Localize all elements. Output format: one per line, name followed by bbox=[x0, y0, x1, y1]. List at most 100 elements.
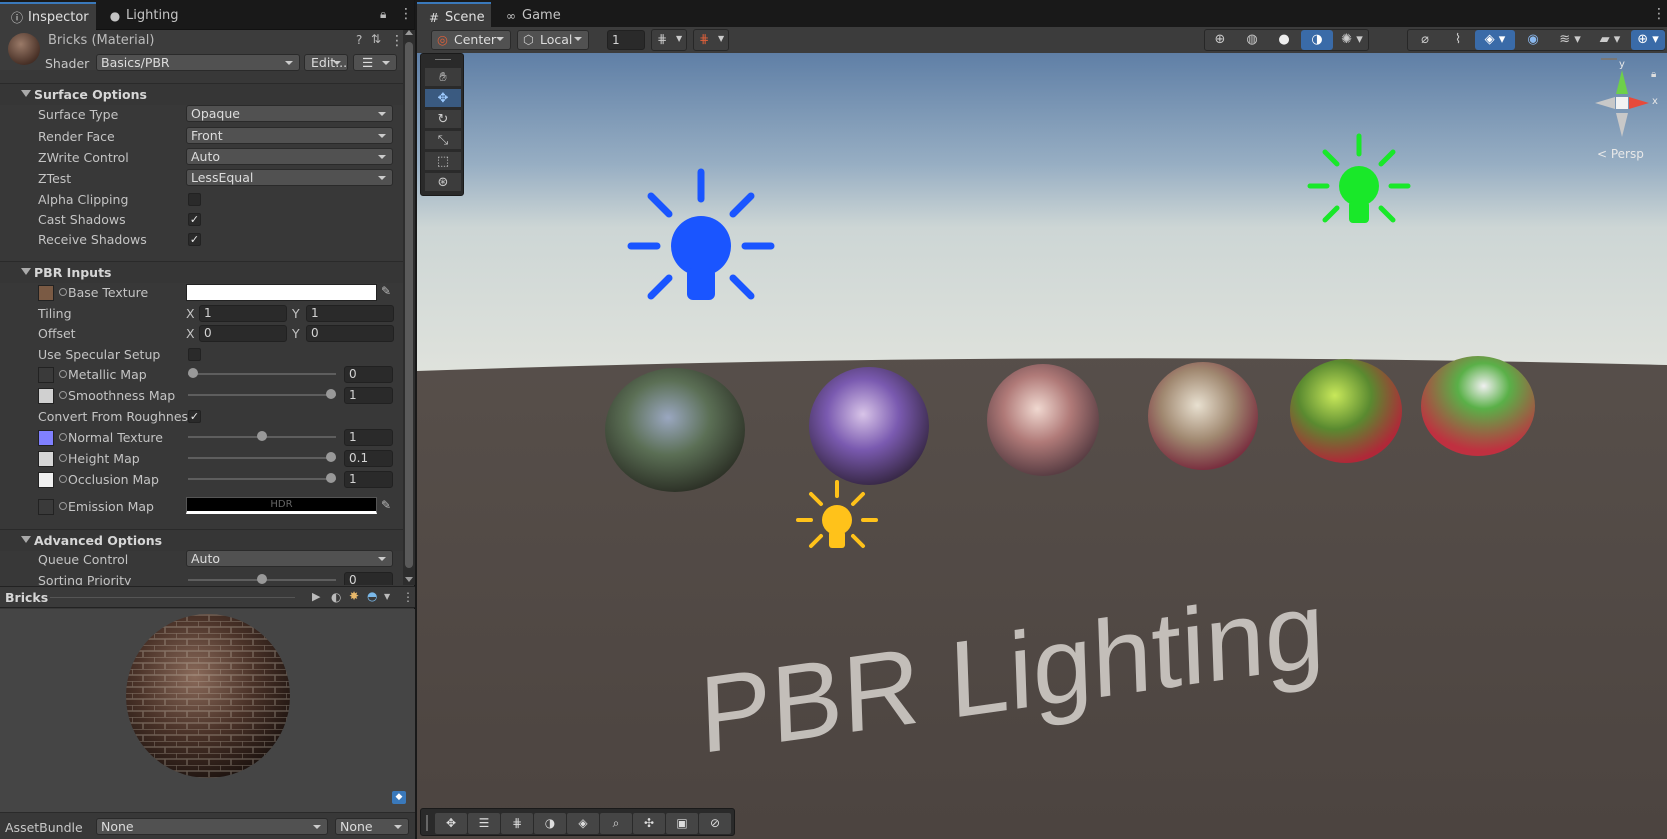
ztest-dropdown[interactable]: LessEqual bbox=[186, 169, 393, 186]
lock-icon[interactable]: 🔒︎ bbox=[380, 8, 386, 20]
move-overlay-icon[interactable]: ✥ bbox=[435, 813, 467, 834]
metallic-slider[interactable] bbox=[188, 373, 336, 375]
alpha-clipping-checkbox[interactable] bbox=[188, 193, 201, 206]
navigation-overlay-icon[interactable]: ✣ bbox=[633, 813, 665, 834]
texture-picker-icon[interactable] bbox=[59, 370, 67, 378]
layers-overlay-icon[interactable]: ◈ bbox=[567, 813, 599, 834]
preview-more-icon[interactable]: ⋮ bbox=[402, 591, 414, 603]
section-surface-options[interactable]: Surface Options bbox=[0, 83, 403, 105]
overlay-drag-handle[interactable] bbox=[426, 815, 428, 831]
base-texture-thumbnail[interactable] bbox=[38, 285, 54, 301]
transform-tool-icon[interactable]: ⊛ bbox=[425, 173, 461, 192]
visibility-icon[interactable]: ◉ bbox=[1518, 30, 1548, 50]
height-field[interactable]: 0.1 bbox=[344, 450, 393, 467]
compass-overlay-icon[interactable]: ⊘ bbox=[699, 813, 731, 834]
height-slider[interactable] bbox=[188, 457, 336, 459]
height-thumbnail[interactable] bbox=[38, 451, 54, 467]
texture-picker-icon[interactable] bbox=[59, 475, 67, 483]
scale-tool-icon[interactable]: ⤡ bbox=[425, 131, 461, 150]
metallic-thumbnail[interactable] bbox=[38, 367, 54, 383]
eyedropper-icon[interactable]: ✎ bbox=[381, 284, 391, 298]
preview-resize-handle[interactable] bbox=[50, 597, 295, 598]
gizmos-icon[interactable]: ⊕ ▾ bbox=[1631, 30, 1665, 50]
texture-picker-icon[interactable] bbox=[59, 391, 67, 399]
normal-field[interactable]: 1 bbox=[344, 429, 393, 446]
help-icon[interactable]: ? bbox=[356, 34, 362, 46]
lighting-overlay-icon[interactable]: ◑ bbox=[534, 813, 566, 834]
gizmo-lock-icon[interactable]: 🔒︎ bbox=[1651, 69, 1656, 80]
wireframe-icon[interactable]: ⊕ bbox=[1205, 30, 1235, 50]
scroll-up-icon[interactable] bbox=[405, 30, 413, 35]
smoothness-thumbnail[interactable] bbox=[38, 388, 54, 404]
texture-picker-icon[interactable] bbox=[59, 502, 67, 510]
increment-snap-button[interactable]: ⋕ ▼ bbox=[693, 29, 729, 51]
emission-thumbnail[interactable] bbox=[38, 499, 54, 515]
tab-inspector[interactable]: ⓘ Inspector bbox=[0, 2, 96, 30]
normal-slider-knob[interactable] bbox=[257, 431, 267, 441]
rotate-tool-icon[interactable]: ↻ bbox=[425, 110, 461, 129]
grid-overlay-icon[interactable]: ⋕ bbox=[501, 813, 533, 834]
shader-dropdown[interactable]: Basics/PBR bbox=[96, 54, 300, 71]
queue-control-dropdown[interactable]: Auto bbox=[186, 550, 393, 567]
grid-snap-button[interactable]: ⋕ ▼ bbox=[651, 29, 687, 51]
eyedropper-icon[interactable]: ✎ bbox=[381, 498, 391, 512]
material-more-icon[interactable]: ⋮ bbox=[390, 34, 404, 48]
preview-sphere-icon[interactable]: ◐ bbox=[331, 591, 341, 603]
smoothness-slider[interactable] bbox=[188, 394, 336, 396]
preview-mesh-icon[interactable]: ◓ bbox=[367, 590, 377, 602]
assetbundle-dropdown[interactable]: None bbox=[96, 818, 328, 835]
sorting-slider-knob[interactable] bbox=[257, 574, 267, 584]
texture-picker-icon[interactable] bbox=[59, 288, 67, 296]
emission-color-swatch[interactable]: HDR bbox=[186, 497, 377, 514]
scrollbar-thumb[interactable] bbox=[405, 42, 413, 568]
metallic-slider-knob[interactable] bbox=[188, 368, 198, 378]
layer-stack-icon[interactable]: ≋ ▾ bbox=[1551, 30, 1589, 50]
effects-icon[interactable]: ✺ ▾ bbox=[1335, 30, 1369, 50]
tab-scene[interactable]: # Scene bbox=[417, 2, 491, 30]
scene-more-icon[interactable]: ⋮ bbox=[1652, 7, 1666, 21]
tab-lighting[interactable]: ● Lighting bbox=[98, 2, 188, 30]
section-advanced-options[interactable]: Advanced Options bbox=[0, 529, 403, 551]
camera-overlay-icon[interactable]: ▣ bbox=[666, 813, 698, 834]
preview-lights-icon[interactable]: ✸ bbox=[349, 590, 359, 602]
texture-picker-icon[interactable] bbox=[59, 454, 67, 462]
orientation-gizmo[interactable]: y x 🔒︎ < Persp bbox=[1579, 57, 1665, 177]
palette-drag-handle[interactable] bbox=[435, 59, 451, 60]
assetbundle-variant-dropdown[interactable]: None bbox=[335, 818, 409, 835]
label-tag-icon[interactable]: ◆ bbox=[392, 791, 406, 804]
chevron-down-icon[interactable]: ▼ bbox=[384, 593, 390, 601]
render-face-dropdown[interactable]: Front bbox=[186, 127, 393, 144]
more-menu-icon[interactable]: ⋮ bbox=[399, 7, 413, 21]
search-overlay-icon[interactable]: ⌕ bbox=[600, 813, 632, 834]
shaded-wireframe-icon[interactable]: ◍ bbox=[1237, 30, 1267, 50]
scene-viewport[interactable]: PBR Lighting ✋︎ ✥ ↻ ⤡ ⬚ ⊛ y x 🔒︎ < Persp… bbox=[417, 53, 1667, 839]
normal-thumbnail[interactable] bbox=[38, 430, 54, 446]
occlusion-thumbnail[interactable] bbox=[38, 472, 54, 488]
use-specular-checkbox[interactable] bbox=[188, 348, 201, 361]
offset-y-field[interactable]: 0 bbox=[306, 325, 394, 342]
sliders-overlay-icon[interactable]: ☰ bbox=[468, 813, 500, 834]
2d-toggle-icon[interactable]: ⌀ bbox=[1410, 30, 1440, 50]
base-color-swatch[interactable] bbox=[186, 284, 377, 301]
gizmo-drag-handle[interactable] bbox=[1601, 58, 1617, 60]
zwrite-dropdown[interactable]: Auto bbox=[186, 148, 393, 165]
cast-shadows-checkbox[interactable]: ✓ bbox=[188, 213, 201, 226]
surface-type-dropdown[interactable]: Opaque bbox=[186, 105, 393, 122]
lighting-toggle-icon[interactable]: ◑ bbox=[1301, 30, 1333, 50]
pivot-mode-dropdown[interactable]: ◎ Center bbox=[431, 30, 511, 50]
occlusion-slider[interactable] bbox=[188, 478, 336, 480]
section-pbr-inputs[interactable]: PBR Inputs bbox=[0, 261, 403, 283]
move-tool-icon[interactable]: ✥ bbox=[425, 89, 461, 108]
pivot-rotation-dropdown[interactable]: ⬡ Local bbox=[517, 30, 589, 50]
metallic-field[interactable]: 0 bbox=[344, 366, 393, 383]
play-icon[interactable]: ▶ bbox=[312, 591, 320, 602]
smoothness-field[interactable]: 1 bbox=[344, 387, 393, 404]
rect-tool-icon[interactable]: ⬚ bbox=[425, 152, 461, 171]
shaded-icon[interactable]: ● bbox=[1269, 30, 1299, 50]
audio-toggle-icon[interactable]: ⌇ bbox=[1443, 30, 1473, 50]
edit-shader-button[interactable]: Edit... bbox=[304, 54, 348, 71]
tiling-y-field[interactable]: 1 bbox=[306, 305, 394, 322]
tab-game[interactable]: ∞ Game bbox=[494, 2, 570, 30]
tiling-x-field[interactable]: 1 bbox=[199, 305, 287, 322]
inspector-scrollbar[interactable] bbox=[403, 30, 415, 585]
